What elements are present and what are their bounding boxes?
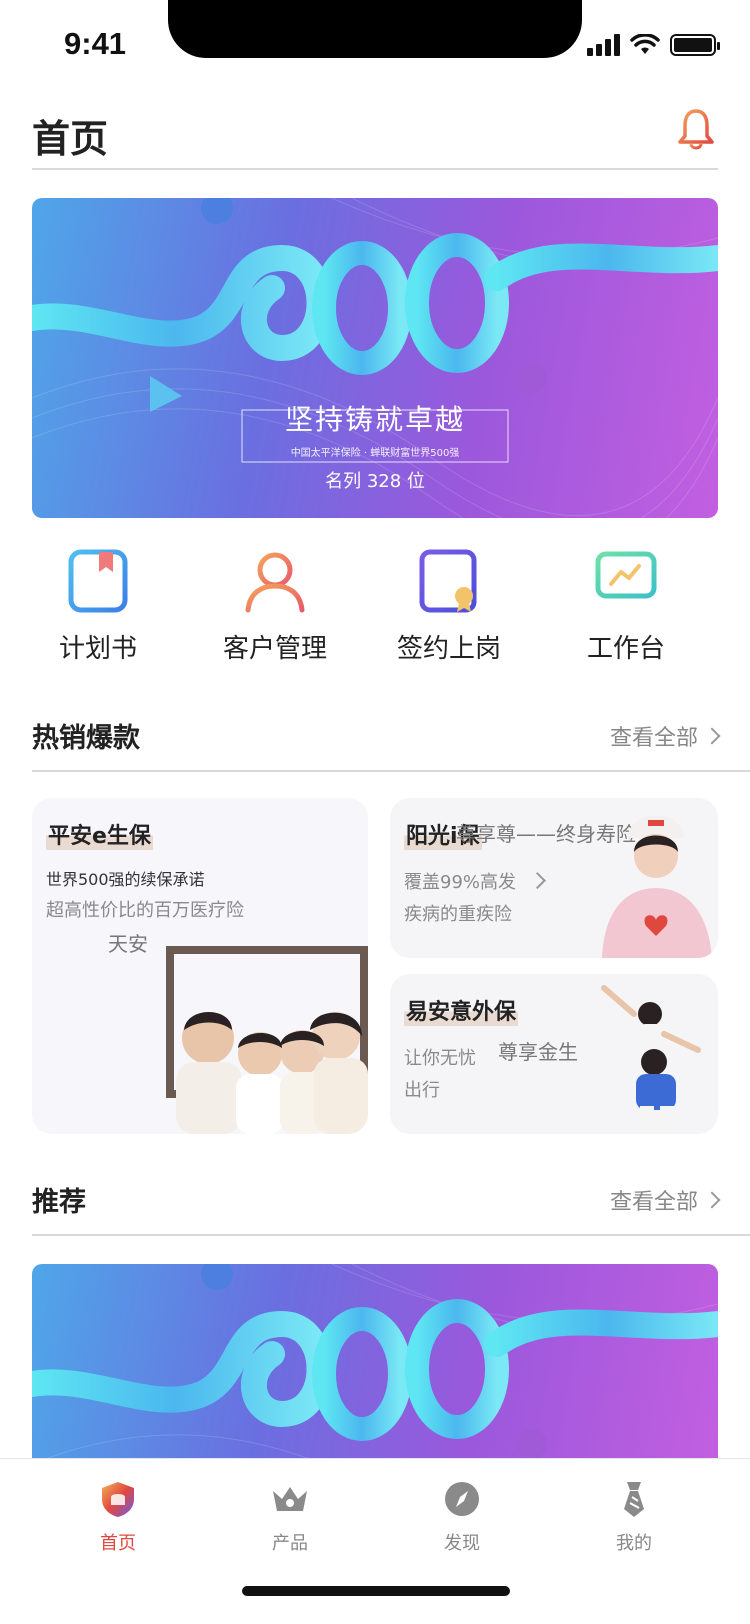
bell-icon[interactable] [674,106,718,150]
contract-icon [419,549,477,613]
tab-me[interactable]: 我的 [574,1479,694,1555]
tab-home[interactable]: 首页 [58,1479,178,1555]
tab-label: 发现 [444,1533,480,1554]
tab-label: 我的 [616,1533,652,1554]
recommend-view-all-link[interactable]: 查看全部 [609,1184,721,1216]
product-ghost-label: 尊享金生 [498,1040,578,1064]
hot-view-all-link[interactable]: 查看全部 [609,720,721,752]
quick-actions: 计划书 客户管理 签约上岗 工作台 [32,548,718,668]
quick-action-label: 签约上岗 [396,634,501,664]
family-jump-photo [601,985,701,1134]
banner-copy: 坚持铸就卓越 中国太平洋保险 · 蝉联财富世界500强 名列 328 位 [32,398,718,493]
chevron-right-icon [528,872,546,890]
product-ghost-label: 天安 [108,932,148,956]
page-header: 首页 [32,100,718,170]
product-desc: 疾病的重疾险 [404,904,512,925]
status-bar: 9:41 [0,0,750,90]
home-shield-icon [102,1482,134,1517]
banner-artwork [32,1264,718,1464]
view-all-label: 查看全部 [609,726,698,751]
banner-subline: 中国太平洋保险 · 蝉联财富世界500强 [290,448,460,459]
hot-section-header: 热销爆款 查看全部 [32,706,750,772]
product-desc: 让你无忧 [404,1048,476,1069]
recommend-banner[interactable] [32,1264,718,1464]
tie-icon [624,1482,644,1517]
banner-headline: 坚持铸就卓越 [284,403,465,436]
quick-action-contract[interactable]: 签约上岗 [369,548,529,665]
product-desc: 覆盖99%高发 [404,868,546,894]
chevron-right-icon [703,727,721,745]
device-notch [168,0,582,58]
view-all-label: 查看全部 [609,1190,698,1215]
product-card-top[interactable]: 阳光i保 尊享尊——终身寿险 覆盖99%高发 疾病的重疾险 [390,798,718,958]
product-title: 平安e生保 [46,818,153,850]
tab-products[interactable]: 产品 [230,1479,350,1555]
battery-icon [670,34,720,56]
promo-banner[interactable]: 坚持铸就卓越 中国太平洋保险 · 蝉联财富世界500强 名列 328 位 [32,198,718,518]
product-title: 易安意外保 [404,994,519,1026]
quick-action-label: 客户管理 [222,634,327,664]
bottom-tab-bar: 首页 产品 发现 我的 [0,1458,750,1624]
signal-icon [587,34,620,56]
nurse-photo [602,815,712,958]
recommend-section-title: 推荐 [32,1187,86,1218]
tab-discover[interactable]: 发现 [402,1479,522,1555]
quick-action-workbench[interactable]: 工作台 [546,548,706,665]
recommend-section-header: 推荐 查看全部 [32,1170,750,1236]
family-photo [166,946,368,1134]
workbench-icon [595,551,657,609]
tab-label: 产品 [272,1533,308,1554]
quick-action-label: 工作台 [586,634,665,664]
status-icons [587,34,720,56]
tab-label: 首页 [100,1533,136,1554]
quick-action-label: 计划书 [58,634,137,664]
chevron-right-icon [703,1191,721,1209]
product-desc: 超高性价比的百万医疗险 [46,900,244,921]
product-desc: 出行 [404,1080,440,1101]
product-tagline: 世界500强的续保承诺 [46,870,205,889]
page-title: 首页 [32,117,109,161]
customer-icon [245,552,305,613]
banner-rank: 名列 328 位 [325,471,425,492]
crown-icon [273,1487,307,1511]
product-card-big[interactable]: 平安e生保 世界500强的续保承诺 超高性价比的百万医疗险 天安 [32,798,368,1134]
product-card-bottom[interactable]: 易安意外保 让你无忧 尊享金生 出行 [390,974,718,1134]
hot-section-title: 热销爆款 [32,723,140,754]
plan-book-icon [68,549,128,613]
status-time: 9:41 [64,26,127,61]
wifi-icon [630,34,660,54]
quick-action-plan-book[interactable]: 计划书 [18,548,178,665]
compass-icon [445,1482,479,1516]
home-indicator [242,1586,510,1596]
quick-action-customer[interactable]: 客户管理 [195,548,355,665]
